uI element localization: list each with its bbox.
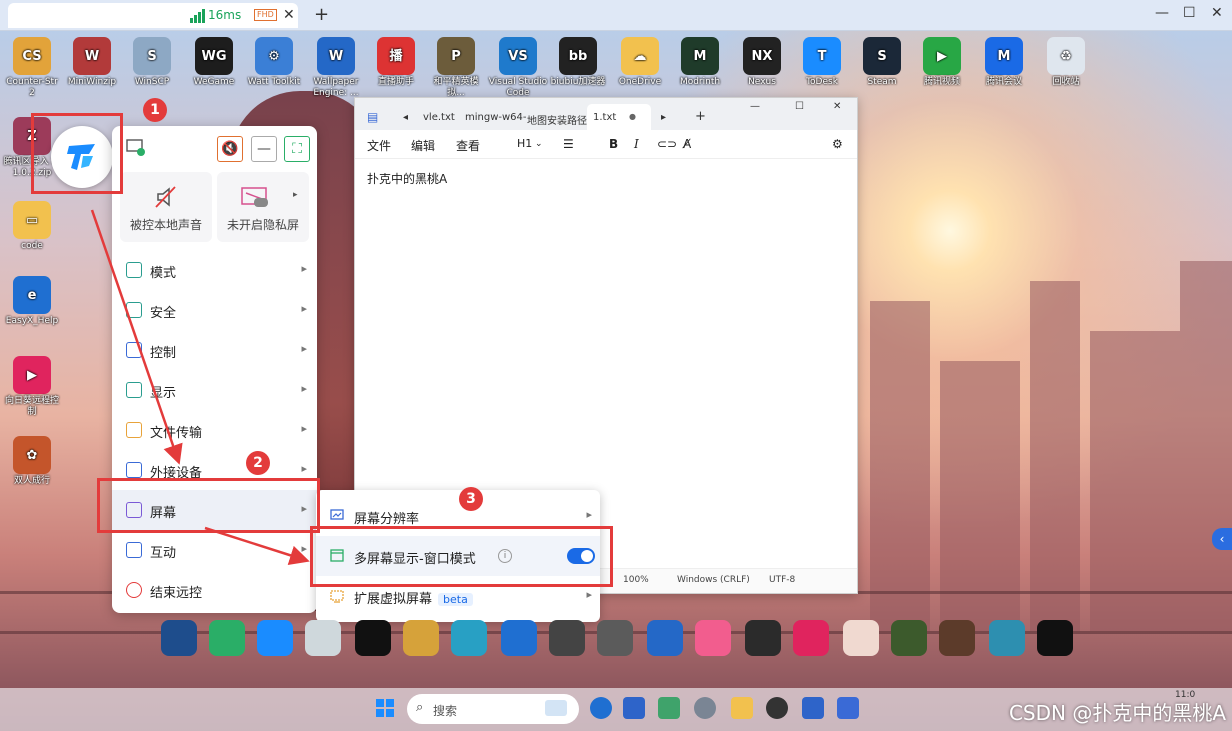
desktop-dock: [0, 620, 1232, 664]
widgets-icon[interactable]: [658, 697, 680, 719]
file-explorer-icon[interactable]: [731, 697, 753, 719]
windows-start-icon[interactable]: [375, 698, 395, 718]
notepad-taskbar-icon[interactable]: [837, 697, 859, 719]
dock-app-icon[interactable]: [939, 620, 975, 656]
csdn-watermark: CSDN @扑克中的黑桃A: [1008, 701, 1226, 725]
dock-app-icon[interactable]: [745, 620, 781, 656]
dock-app-icon[interactable]: [1037, 620, 1073, 656]
dock-app-icon[interactable]: [209, 620, 245, 656]
speed-icon[interactable]: [766, 697, 788, 719]
dock-app-icon[interactable]: [161, 620, 197, 656]
search-highlight-icon: [545, 700, 567, 716]
dock-app-icon[interactable]: [647, 620, 683, 656]
arrow-1-to-2: [90, 209, 183, 465]
dock-app-icon[interactable]: [549, 620, 585, 656]
settings-icon[interactable]: [694, 697, 716, 719]
taskbar-search[interactable]: ⌕ 搜索: [407, 694, 579, 724]
p-app-icon[interactable]: [802, 697, 824, 719]
store-icon[interactable]: [623, 697, 645, 719]
dock-app-icon[interactable]: [695, 620, 731, 656]
dock-app-icon[interactable]: [891, 620, 927, 656]
annotation-number-3: 3: [459, 487, 483, 511]
annotation-number-2: 2: [246, 451, 270, 475]
highlight-box-screen: [97, 478, 320, 533]
dock-app-icon[interactable]: [355, 620, 391, 656]
dock-app-icon[interactable]: [501, 620, 537, 656]
dock-app-icon[interactable]: [843, 620, 879, 656]
dock-app-icon[interactable]: [597, 620, 633, 656]
dock-app-icon[interactable]: [257, 620, 293, 656]
dock-app-icon[interactable]: [403, 620, 439, 656]
side-expand-button[interactable]: ‹: [1212, 528, 1232, 550]
annotation-number-1: 1: [143, 98, 167, 122]
dock-app-icon[interactable]: [793, 620, 829, 656]
highlight-box-ball: [31, 113, 123, 194]
search-placeholder: 搜索: [433, 704, 458, 718]
dock-app-icon[interactable]: [305, 620, 341, 656]
edge-icon[interactable]: [590, 697, 612, 719]
dock-app-icon[interactable]: [451, 620, 487, 656]
highlight-box-window-mode: [310, 526, 613, 587]
dock-app-icon[interactable]: [989, 620, 1025, 656]
search-icon: ⌕: [416, 700, 424, 715]
